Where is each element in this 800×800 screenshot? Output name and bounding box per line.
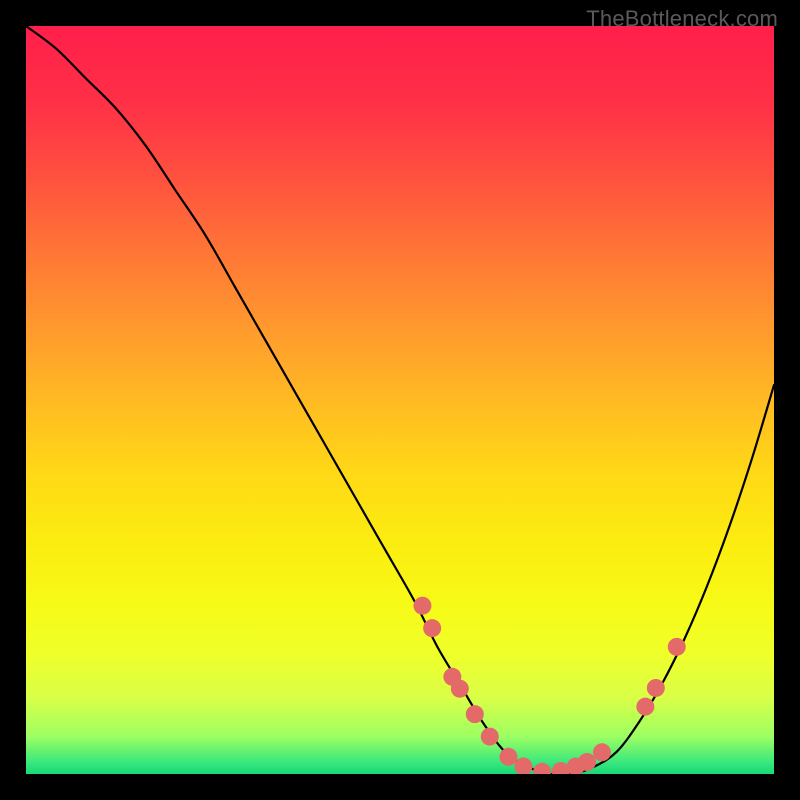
data-marker bbox=[499, 748, 517, 766]
data-marker bbox=[413, 597, 431, 615]
data-marker bbox=[593, 743, 611, 761]
data-marker bbox=[423, 619, 441, 637]
data-marker bbox=[466, 705, 484, 723]
data-marker bbox=[451, 680, 469, 698]
bottleneck-chart bbox=[26, 26, 774, 774]
chart-plot-area bbox=[26, 26, 774, 774]
chart-background-gradient bbox=[26, 26, 774, 774]
data-marker bbox=[668, 638, 686, 656]
data-marker bbox=[647, 679, 665, 697]
data-marker bbox=[578, 753, 596, 771]
data-marker bbox=[636, 698, 654, 716]
data-marker bbox=[481, 728, 499, 746]
